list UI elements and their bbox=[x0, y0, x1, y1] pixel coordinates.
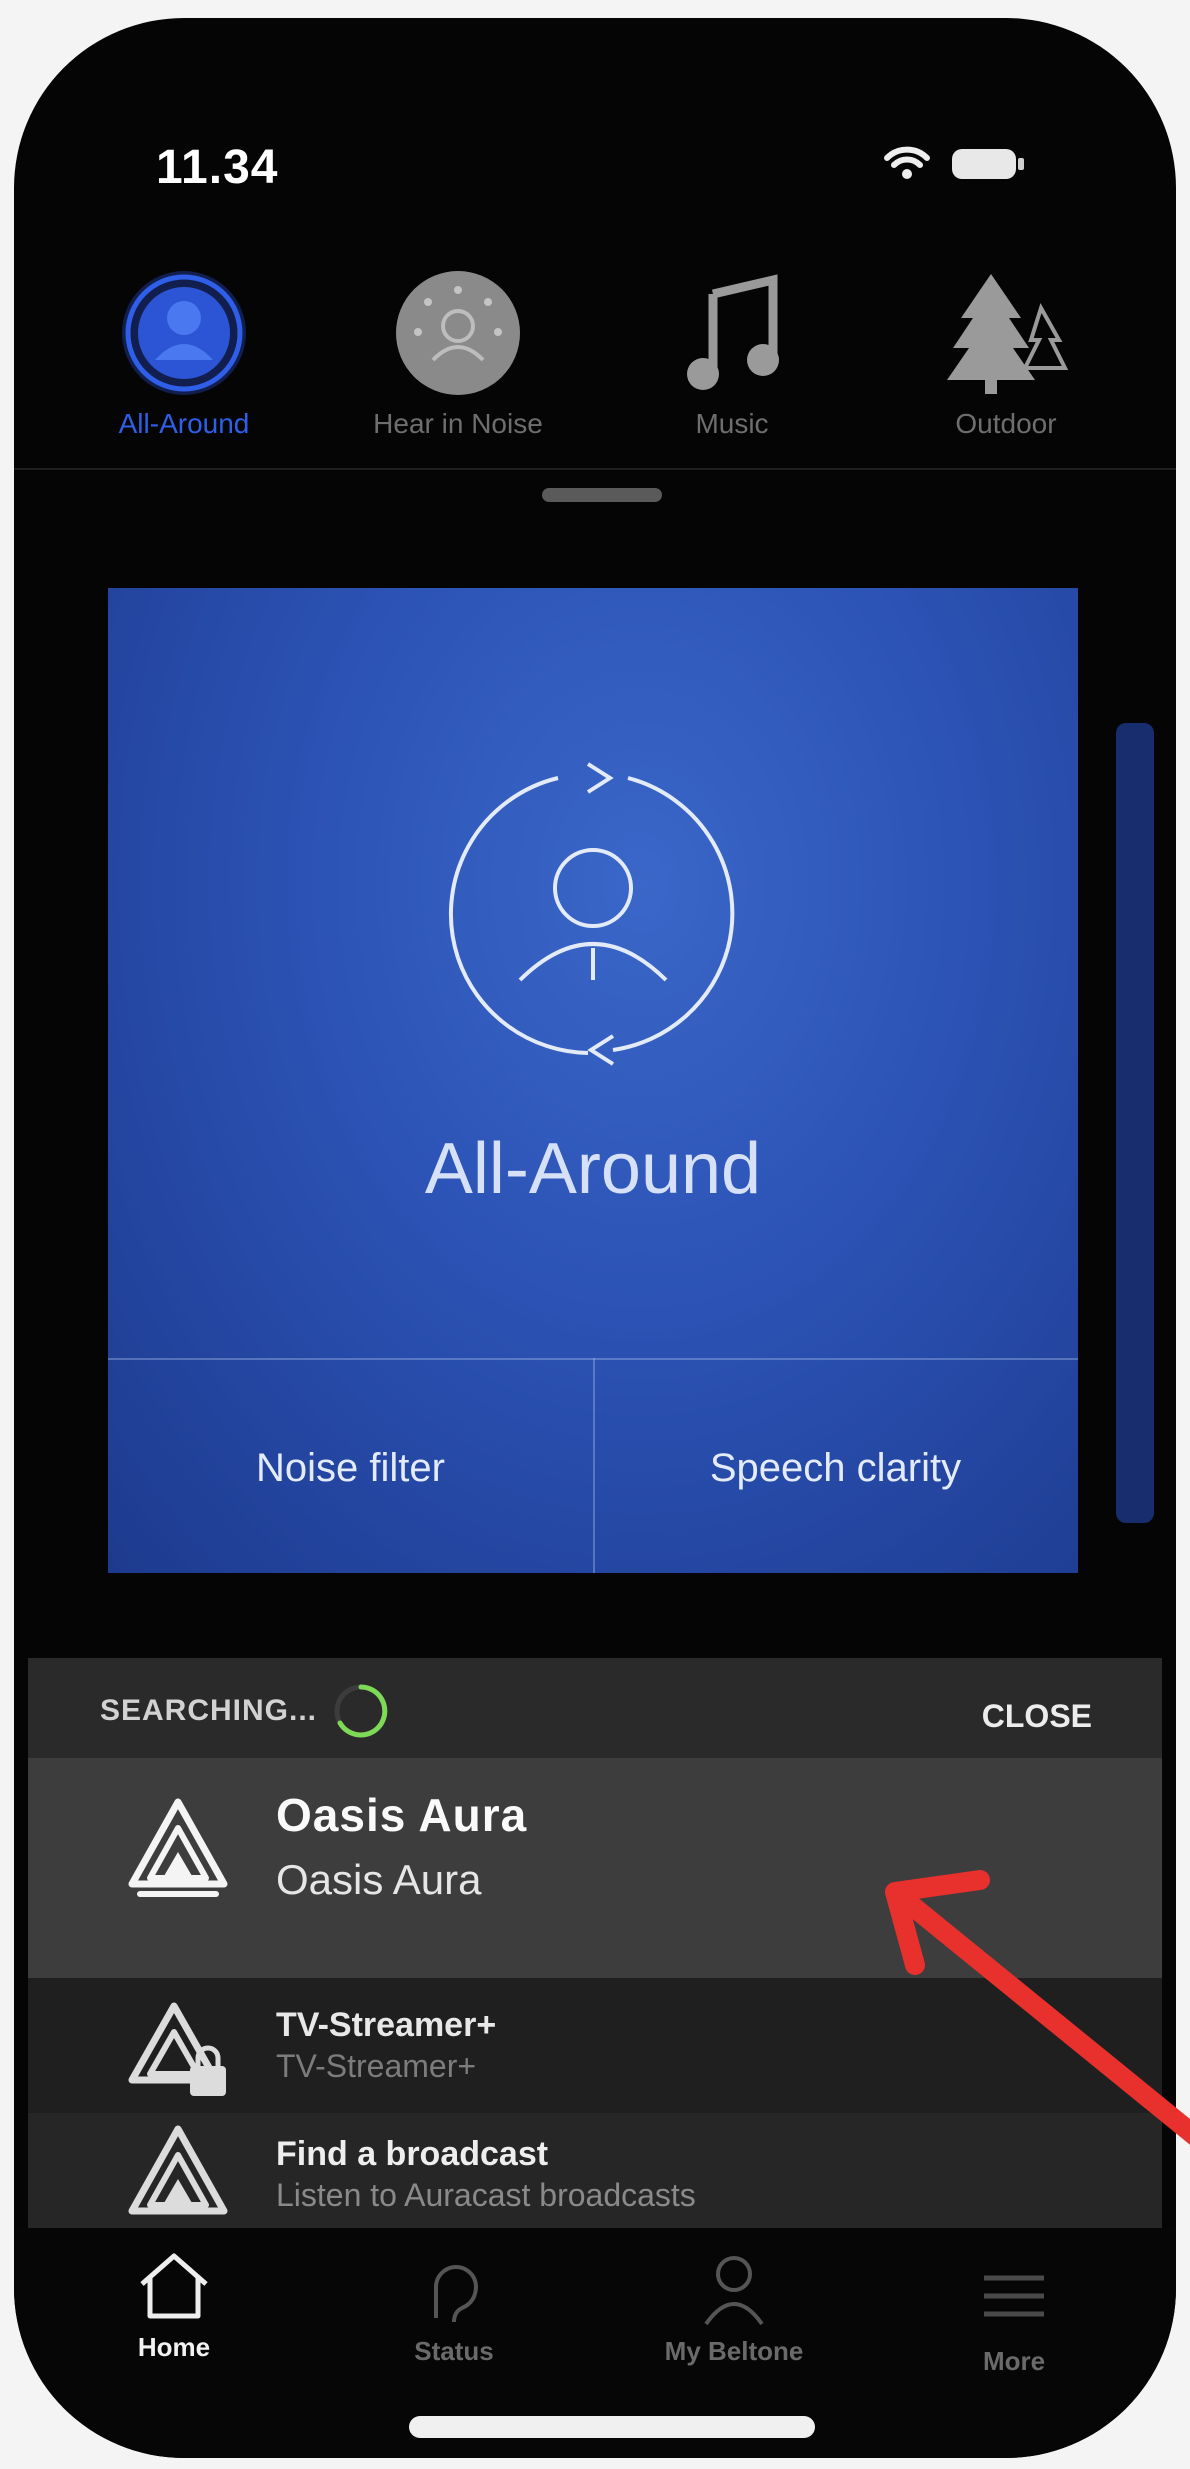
searching-status: SEARCHING... bbox=[100, 1694, 318, 1727]
program-selector: All-Around Hear in Noise Music Outdoor bbox=[54, 268, 1136, 468]
tab-more[interactable]: More bbox=[904, 2248, 1124, 2377]
program-label: All-Around bbox=[118, 408, 250, 439]
home-indicator bbox=[409, 2416, 815, 2438]
program-all-around[interactable]: All-Around bbox=[54, 268, 314, 468]
spinner-icon bbox=[334, 1684, 388, 1738]
noise-filter-button[interactable]: Noise filter bbox=[108, 1388, 593, 1548]
program-label: Hear in Noise bbox=[373, 408, 543, 439]
menu-icon bbox=[984, 2275, 1044, 2317]
device-search-sheet: SEARCHING... CLOSE Oasis Aura Oasis Aura bbox=[28, 1658, 1162, 2228]
program-hear-in-noise[interactable]: Hear in Noise bbox=[328, 268, 588, 468]
sheet-header: SEARCHING... CLOSE bbox=[28, 1658, 1162, 1758]
device-name: Oasis Aura bbox=[276, 1789, 528, 1841]
device-subtitle: TV-Streamer+ bbox=[276, 2048, 477, 2084]
program-label: Music bbox=[695, 408, 769, 439]
tab-label: Status bbox=[414, 2336, 494, 2366]
device-name: Find a broadcast bbox=[276, 2135, 549, 2173]
phone-screen: 11.34 All-Around Hear in Noise Music Out… bbox=[14, 18, 1176, 2458]
device-subtitle: Listen to Auracast broadcasts bbox=[276, 2177, 696, 2213]
tab-my-beltone[interactable]: My Beltone bbox=[624, 2248, 844, 2367]
speech-clarity-button[interactable]: Speech clarity bbox=[593, 1388, 1078, 1548]
auracast-icon bbox=[128, 2125, 228, 2215]
all-around-icon bbox=[119, 268, 249, 398]
home-icon bbox=[140, 2253, 208, 2319]
program-music[interactable]: Music bbox=[602, 268, 862, 468]
device-item-find-broadcast[interactable]: Find a broadcast Listen to Auracast broa… bbox=[28, 2113, 1162, 2228]
device-item-tv-streamer[interactable]: TV-Streamer+ TV-Streamer+ bbox=[28, 1858, 1162, 2096]
hear-in-noise-icon bbox=[393, 268, 523, 398]
wifi-icon bbox=[884, 146, 930, 179]
status-time: 11.34 bbox=[156, 141, 279, 194]
program-divider bbox=[14, 468, 1176, 470]
all-around-icon bbox=[448, 762, 735, 1066]
program-label: Outdoor bbox=[955, 408, 1057, 439]
tab-label: My Beltone bbox=[664, 2336, 804, 2366]
program-outdoor[interactable]: Outdoor bbox=[876, 268, 1136, 468]
tab-label: Home bbox=[137, 2332, 211, 2362]
scrollbar[interactable] bbox=[1116, 723, 1154, 1523]
program-card: All-Around Noise filter Speech clarity bbox=[108, 588, 1078, 1573]
music-note-icon bbox=[667, 268, 797, 398]
close-button[interactable]: CLOSE bbox=[982, 1698, 1092, 1735]
status-icons bbox=[884, 146, 1024, 182]
tab-label: More bbox=[982, 2346, 1046, 2376]
status-icon bbox=[433, 2264, 479, 2323]
tab-status[interactable]: Status bbox=[344, 2248, 564, 2367]
battery-icon bbox=[952, 149, 1024, 179]
person-icon bbox=[704, 2256, 764, 2326]
device-name: TV-Streamer+ bbox=[276, 2006, 497, 2044]
trees-icon bbox=[941, 268, 1071, 398]
drag-handle[interactable] bbox=[542, 488, 662, 502]
tab-home[interactable]: Home bbox=[64, 2248, 284, 2363]
program-title: All-Around bbox=[424, 1129, 762, 1209]
auracast-lock-icon bbox=[128, 2002, 226, 2096]
